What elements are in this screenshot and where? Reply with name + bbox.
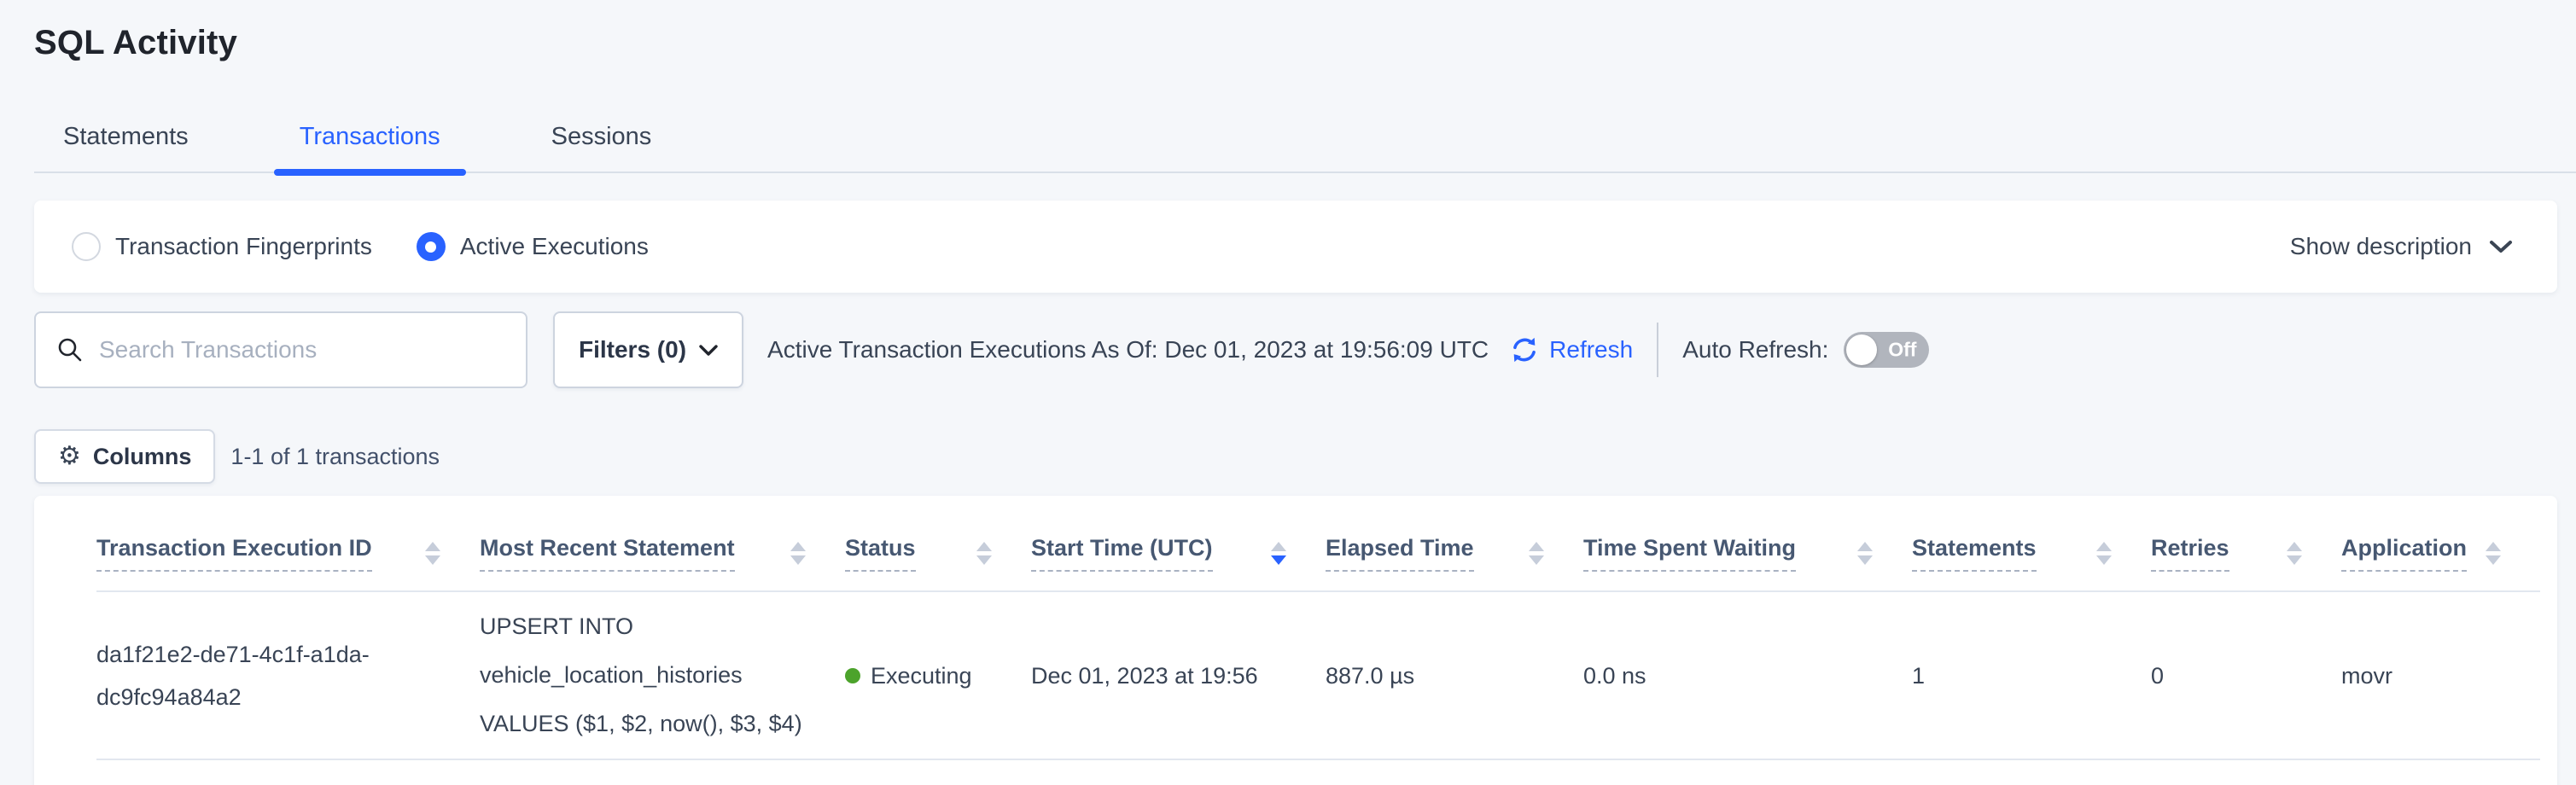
cell-most-recent-statement: UPSERT INTO vehicle_location_histories V… xyxy=(480,602,845,748)
as-of-timestamp: Active Transaction Executions As Of: Dec… xyxy=(767,336,1489,363)
table-header-row: Transaction Execution ID Most Recent Sta… xyxy=(96,496,2540,592)
sort-icon-active-desc[interactable] xyxy=(1271,542,1286,565)
cell-retries: 0 xyxy=(2151,654,2341,697)
sort-icon[interactable] xyxy=(1529,542,1544,565)
chevron-down-icon xyxy=(699,344,718,357)
sort-icon[interactable] xyxy=(790,542,806,565)
filters-label: Filters (0) xyxy=(579,336,686,363)
tab-bar: Statements Transactions Sessions xyxy=(34,123,2576,173)
result-count: 1-1 of 1 transactions xyxy=(230,444,440,470)
sort-icon[interactable] xyxy=(2486,542,2501,565)
radio-transaction-fingerprints[interactable]: Transaction Fingerprints xyxy=(72,232,372,261)
cell-statements: 1 xyxy=(1912,654,2151,697)
column-header-status[interactable]: Status xyxy=(845,535,1031,590)
column-header-start-time[interactable]: Start Time (UTC) xyxy=(1031,535,1326,590)
radio-unselected-icon[interactable] xyxy=(72,232,101,261)
search-placeholder: Search Transactions xyxy=(99,336,317,363)
column-header-most-recent-statement[interactable]: Most Recent Statement xyxy=(480,535,845,590)
radio-selected-icon[interactable] xyxy=(417,232,446,261)
filters-button[interactable]: Filters (0) xyxy=(553,311,743,388)
chevron-down-icon xyxy=(2489,239,2513,254)
column-header-elapsed-time[interactable]: Elapsed Time xyxy=(1326,535,1583,590)
refresh-button[interactable]: Refresh xyxy=(1509,334,1633,365)
sort-icon[interactable] xyxy=(976,542,992,565)
refresh-label: Refresh xyxy=(1549,336,1633,363)
column-header-transaction-execution-id[interactable]: Transaction Execution ID xyxy=(96,535,480,590)
toggle-knob[interactable] xyxy=(1846,334,1877,365)
refresh-icon xyxy=(1509,334,1540,365)
column-header-time-spent-waiting[interactable]: Time Spent Waiting xyxy=(1583,535,1912,590)
tab-transactions[interactable]: Transactions xyxy=(274,123,466,172)
tab-sessions[interactable]: Sessions xyxy=(526,123,678,172)
toolbar: Search Transactions Filters (0) Active T… xyxy=(34,311,2557,388)
status-label: Executing xyxy=(871,654,972,697)
gear-icon: ⚙ xyxy=(58,444,81,469)
radio-label: Active Executions xyxy=(460,233,649,260)
column-header-application[interactable]: Application xyxy=(2341,535,2540,590)
auto-refresh-label: Auto Refresh: xyxy=(1682,336,1828,363)
cell-elapsed-time: 887.0 µs xyxy=(1326,654,1583,697)
sort-icon[interactable] xyxy=(2096,542,2112,565)
cell-status: Executing xyxy=(845,654,1031,697)
tab-statements[interactable]: Statements xyxy=(38,123,214,172)
cell-start-time: Dec 01, 2023 at 19:56 xyxy=(1031,654,1326,697)
column-header-retries[interactable]: Retries xyxy=(2151,535,2341,590)
show-description-button[interactable]: Show description xyxy=(2290,233,2513,260)
radio-active-executions[interactable]: Active Executions xyxy=(417,232,649,261)
sort-icon[interactable] xyxy=(1857,542,1873,565)
auto-refresh-toggle[interactable]: Off xyxy=(1844,332,1929,368)
table-row[interactable]: da1f21e2-de71-4c1f-a1da-dc9fc94a84a2 UPS… xyxy=(96,592,2540,760)
page-title: SQL Activity xyxy=(34,0,2557,63)
radio-label: Transaction Fingerprints xyxy=(115,233,372,260)
toolbar-divider xyxy=(1657,323,1658,377)
sort-icon[interactable] xyxy=(2287,542,2302,565)
sort-icon[interactable] xyxy=(425,542,440,565)
table-controls: ⚙ Columns 1-1 of 1 transactions xyxy=(34,429,2557,484)
column-header-statements[interactable]: Statements xyxy=(1912,535,2151,590)
toggle-state-label: Off xyxy=(1888,339,1916,362)
show-description-label: Show description xyxy=(2290,233,2472,260)
columns-label: Columns xyxy=(93,444,192,470)
search-input[interactable]: Search Transactions xyxy=(34,311,527,388)
columns-button[interactable]: ⚙ Columns xyxy=(34,429,215,484)
status-executing-dot-icon xyxy=(845,668,860,683)
view-toggle-card: Transaction Fingerprints Active Executio… xyxy=(34,201,2557,293)
cell-transaction-execution-id[interactable]: da1f21e2-de71-4c1f-a1da-dc9fc94a84a2 xyxy=(96,633,480,718)
transactions-table-card: Transaction Execution ID Most Recent Sta… xyxy=(34,496,2557,785)
search-icon xyxy=(56,336,84,363)
sql-activity-page: SQL Activity Statements Transactions Ses… xyxy=(0,0,2576,785)
cell-application: movr xyxy=(2341,654,2540,697)
cell-time-spent-waiting: 0.0 ns xyxy=(1583,654,1912,697)
